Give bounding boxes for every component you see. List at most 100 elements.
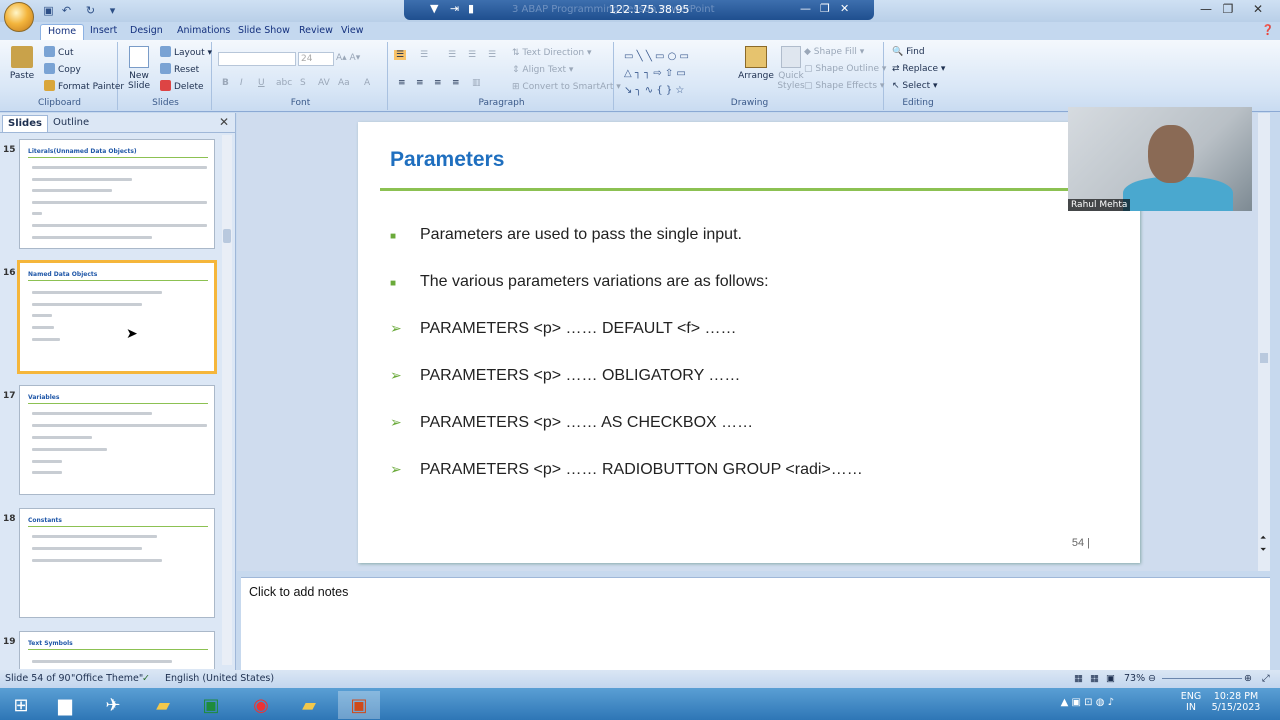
qat-dropdown-icon[interactable]: ▾ bbox=[106, 4, 119, 17]
slides-scrollbar[interactable] bbox=[222, 135, 232, 665]
zoom-slider[interactable] bbox=[1162, 678, 1242, 679]
line-spacing-icon[interactable]: ☰ bbox=[488, 50, 496, 60]
remote-app-icon[interactable]: ✈ bbox=[92, 691, 134, 719]
tray-icons[interactable]: ▲ ▣ ⊡ ◍ ♪ bbox=[1061, 697, 1114, 708]
slide-thumbnail-17[interactable]: Variables bbox=[19, 385, 215, 495]
notes-pane[interactable]: Click to add notes bbox=[241, 577, 1270, 670]
undo-icon[interactable]: ↶ bbox=[60, 4, 73, 17]
layout-button[interactable]: Layout ▾ bbox=[160, 46, 212, 58]
scroll-thumb[interactable] bbox=[223, 229, 231, 243]
tab-home[interactable]: Home bbox=[40, 24, 85, 40]
spellcheck-icon[interactable]: ✓ bbox=[142, 673, 150, 684]
select-button[interactable]: ↖ Select ▾ bbox=[892, 81, 938, 91]
shapes-gallery[interactable]: ▭ ╲ ╲ ▭ ○ ▭ △ ┐ ┐ ⇨ ⇧ ▭ ↘ ╮ ∿ { } ☆ bbox=[624, 48, 734, 99]
tab-insert[interactable]: Insert bbox=[83, 24, 124, 40]
remote-minimize-icon[interactable]: — bbox=[800, 2, 811, 15]
change-case-icon[interactable]: Aa bbox=[338, 78, 350, 88]
restore-icon[interactable]: ❐ bbox=[1218, 2, 1238, 18]
slide-title[interactable]: Parameters bbox=[390, 148, 504, 172]
copy-button[interactable]: Copy bbox=[44, 63, 81, 75]
slide-canvas[interactable]: Parameters ■ Parameters are used to pass … bbox=[358, 122, 1140, 563]
next-slide-icon[interactable]: ⏷ bbox=[1260, 545, 1266, 555]
grow-font-icon[interactable]: A▴ A▾ bbox=[336, 53, 360, 63]
editor-scrollbar[interactable]: ⏶ ⏷ bbox=[1258, 113, 1270, 571]
numbering-icon[interactable]: ☰ bbox=[420, 50, 428, 60]
shape-effects-button[interactable]: ▢ Shape Effects ▾ bbox=[804, 81, 884, 91]
office-button[interactable] bbox=[4, 2, 34, 32]
align-text-button[interactable]: ⇕ Align Text ▾ bbox=[512, 65, 573, 75]
close-icon[interactable]: ✕ bbox=[1248, 2, 1268, 18]
slide-thumbnail-19[interactable]: Text Symbols bbox=[19, 631, 215, 669]
bullet-item[interactable]: ■ Parameters are used to pass the single … bbox=[390, 226, 742, 244]
font-color-icon[interactable]: A bbox=[364, 78, 370, 88]
chrome-icon[interactable]: ◉ bbox=[240, 691, 282, 719]
decrease-indent-icon[interactable]: ☰ bbox=[448, 50, 456, 60]
shape-outline-button[interactable]: ▢ Shape Outline ▾ bbox=[804, 64, 886, 74]
redo-icon[interactable]: ↻ bbox=[84, 4, 97, 17]
bullet-item[interactable]: ■ The various parameters variations are a… bbox=[390, 273, 769, 291]
arrow-item[interactable]: ➢ PARAMETERS <p> …… DEFAULT <f> …… bbox=[390, 320, 737, 338]
quick-styles-button[interactable]: Quick Styles bbox=[776, 46, 806, 91]
font-size-box[interactable]: 24 bbox=[298, 52, 334, 66]
slideshow-view-icon[interactable]: ▣ bbox=[1106, 673, 1115, 684]
sorter-view-icon[interactable]: ▦ bbox=[1090, 673, 1099, 684]
increase-indent-icon[interactable]: ☰ bbox=[468, 50, 476, 60]
language-indicator[interactable]: ENG IN bbox=[1176, 691, 1206, 713]
close-panel-icon[interactable]: ✕ bbox=[219, 115, 229, 129]
fit-slide-icon[interactable]: ⤢ bbox=[1262, 673, 1270, 684]
tab-design[interactable]: Design bbox=[123, 24, 170, 40]
clock[interactable]: 10:28 PM 5/15/2023 bbox=[1208, 691, 1264, 713]
underline-icon[interactable]: U bbox=[258, 78, 265, 88]
spacing-icon[interactable]: AV bbox=[318, 78, 330, 88]
save-icon[interactable]: ▣ bbox=[42, 4, 55, 17]
columns-icon[interactable]: ▥ bbox=[472, 78, 481, 88]
format-painter-button[interactable]: Format Painter bbox=[44, 80, 124, 92]
bold-icon[interactable]: B bbox=[222, 78, 229, 88]
excel-icon[interactable]: ▣ bbox=[190, 691, 232, 719]
text-direction-button[interactable]: ⇅ Text Direction ▾ bbox=[512, 48, 592, 58]
smartart-button[interactable]: ⊞ Convert to SmartArt ▾ bbox=[512, 82, 621, 92]
powerpoint-icon[interactable]: ▣ bbox=[338, 691, 380, 719]
zoom-level[interactable]: 73% bbox=[1124, 673, 1145, 684]
strikethrough-icon[interactable]: abc bbox=[276, 78, 292, 88]
arrow-item[interactable]: ➢ PARAMETERS <p> …… AS CHECKBOX …… bbox=[390, 414, 753, 432]
folder-icon[interactable]: ▰ bbox=[142, 691, 184, 719]
prev-slide-icon[interactable]: ⏶ bbox=[1260, 533, 1266, 543]
remote-restore-icon[interactable]: ❐ bbox=[820, 2, 830, 15]
tab-slides[interactable]: Slides bbox=[2, 115, 48, 132]
slide-thumbnail-16[interactable]: Named Data Objects bbox=[17, 260, 217, 374]
remote-close-icon[interactable]: ✕ bbox=[840, 2, 849, 15]
help-icon[interactable]: ❓ bbox=[1262, 25, 1274, 36]
normal-view-icon[interactable]: ▦ bbox=[1074, 673, 1083, 684]
notes-app-icon[interactable]: ▰ bbox=[288, 691, 330, 719]
desktop-icon[interactable]: ▆ bbox=[44, 691, 86, 719]
zoom-in-icon[interactable]: ⊕ bbox=[1244, 673, 1252, 684]
language[interactable]: English (United States) bbox=[165, 673, 274, 684]
shadow-icon[interactable]: S bbox=[300, 78, 306, 88]
tab-review[interactable]: Review bbox=[292, 24, 340, 40]
align-right-icon[interactable]: ≡ bbox=[434, 78, 442, 88]
align-left-icon[interactable]: ≡ bbox=[398, 78, 406, 88]
find-button[interactable]: 🔍 Find bbox=[892, 47, 925, 57]
slide-thumbnail-15[interactable]: Literals(Unnamed Data Objects) bbox=[19, 139, 215, 249]
font-name-box[interactable] bbox=[218, 52, 296, 66]
tab-outline[interactable]: Outline bbox=[48, 115, 94, 132]
shape-fill-button[interactable]: ◆ Shape Fill ▾ bbox=[804, 47, 864, 57]
pin-icon[interactable]: ⇥ bbox=[450, 2, 459, 15]
tab-animations[interactable]: Animations bbox=[170, 24, 237, 40]
slide-thumbnail-18[interactable]: Constants bbox=[19, 508, 215, 618]
tab-view[interactable]: View bbox=[334, 24, 371, 40]
arrange-button[interactable]: Arrange bbox=[736, 46, 776, 81]
italic-icon[interactable]: I bbox=[240, 78, 243, 88]
bullets-icon[interactable]: ☰ bbox=[394, 50, 407, 60]
delete-slide-button[interactable]: Delete bbox=[160, 80, 204, 92]
cut-button[interactable]: Cut bbox=[44, 46, 74, 58]
tab-slide-show[interactable]: Slide Show bbox=[231, 24, 297, 40]
reset-button[interactable]: Reset bbox=[160, 63, 199, 75]
arrow-item[interactable]: ➢ PARAMETERS <p> …… RADIOBUTTON GROUP <ra… bbox=[390, 461, 863, 479]
paste-button[interactable]: Paste bbox=[6, 46, 38, 81]
justify-icon[interactable]: ≡ bbox=[452, 78, 460, 88]
minimize-icon[interactable]: — bbox=[1196, 2, 1216, 18]
notes-placeholder[interactable]: Click to add notes bbox=[249, 585, 348, 599]
zoom-out-icon[interactable]: ⊖ bbox=[1148, 673, 1156, 684]
